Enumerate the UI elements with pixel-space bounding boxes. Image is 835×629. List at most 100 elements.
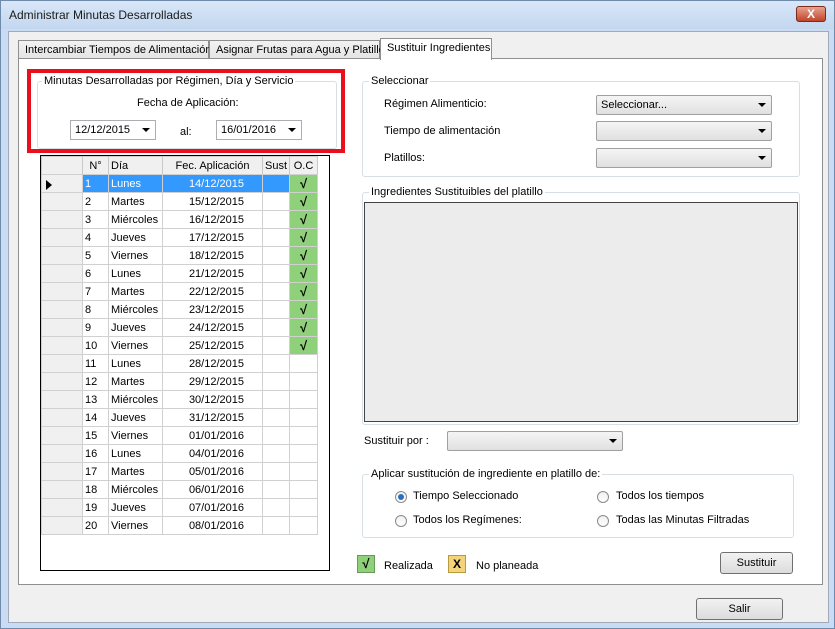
table-row[interactable]: 3 Miércoles 16/12/2015 √ [41, 210, 319, 229]
row-header[interactable] [41, 228, 83, 247]
cell-oc[interactable]: √ [289, 300, 319, 319]
cell-sust[interactable] [261, 498, 291, 517]
tab-sustituir-ingredientes[interactable]: Sustituir Ingredientes [380, 38, 492, 60]
cell-dia[interactable]: Lunes [108, 174, 163, 193]
cell-n[interactable]: 16 [82, 444, 109, 463]
cell-n[interactable]: 18 [82, 480, 109, 499]
table-row[interactable]: 4 Jueves 17/12/2015 √ [41, 228, 319, 247]
row-header[interactable] [41, 372, 83, 391]
cell-fecha[interactable]: 28/12/2015 [162, 354, 263, 373]
cell-fecha[interactable]: 31/12/2015 [162, 408, 263, 427]
row-header[interactable] [41, 318, 83, 337]
row-header[interactable] [41, 264, 83, 283]
row-header[interactable] [41, 282, 83, 301]
cell-n[interactable]: 6 [82, 264, 109, 283]
cell-dia[interactable]: Jueves [108, 228, 163, 247]
row-header[interactable] [41, 516, 83, 535]
cell-dia[interactable]: Jueves [108, 498, 163, 517]
cell-oc[interactable] [289, 516, 319, 535]
cell-sust[interactable] [261, 264, 291, 283]
radio-tiempo-seleccionado[interactable] [395, 491, 407, 503]
cell-fecha[interactable]: 06/01/2016 [162, 480, 263, 499]
cell-sust[interactable] [261, 372, 291, 391]
row-header[interactable] [41, 336, 83, 355]
radio-todos-tiempos[interactable] [597, 491, 609, 503]
cell-fecha[interactable]: 08/01/2016 [162, 516, 263, 535]
cell-fecha[interactable]: 17/12/2015 [162, 228, 263, 247]
cell-oc[interactable] [289, 444, 319, 463]
table-row[interactable]: 14 Jueves 31/12/2015 [41, 408, 319, 427]
cell-oc[interactable]: √ [289, 336, 319, 355]
row-header[interactable] [41, 390, 83, 409]
cell-oc[interactable]: √ [289, 282, 319, 301]
cell-dia[interactable]: Jueves [108, 318, 163, 337]
cell-n[interactable]: 4 [82, 228, 109, 247]
cell-sust[interactable] [261, 444, 291, 463]
cell-n[interactable]: 17 [82, 462, 109, 481]
cell-n[interactable]: 3 [82, 210, 109, 229]
row-header[interactable] [41, 192, 83, 211]
cell-n[interactable]: 12 [82, 372, 109, 391]
cell-sust[interactable] [261, 462, 291, 481]
table-row[interactable]: 5 Viernes 18/12/2015 √ [41, 246, 319, 265]
table-row[interactable]: 11 Lunes 28/12/2015 [41, 354, 319, 373]
cell-oc[interactable] [289, 354, 319, 373]
cell-dia[interactable]: Viernes [108, 336, 163, 355]
cell-fecha[interactable]: 21/12/2015 [162, 264, 263, 283]
cell-oc[interactable]: √ [289, 246, 319, 265]
cell-dia[interactable]: Viernes [108, 246, 163, 265]
table-row[interactable]: 13 Miércoles 30/12/2015 [41, 390, 319, 409]
cell-n[interactable]: 5 [82, 246, 109, 265]
cell-oc[interactable] [289, 372, 319, 391]
cell-oc[interactable] [289, 462, 319, 481]
cell-sust[interactable] [261, 408, 291, 427]
table-row[interactable]: 20 Viernes 08/01/2016 [41, 516, 319, 535]
cell-dia[interactable]: Viernes [108, 426, 163, 445]
cell-dia[interactable]: Martes [108, 192, 163, 211]
cell-dia[interactable]: Miércoles [108, 210, 163, 229]
cell-sust[interactable] [261, 228, 291, 247]
cell-fecha[interactable]: 16/12/2015 [162, 210, 263, 229]
cell-fecha[interactable]: 29/12/2015 [162, 372, 263, 391]
cell-fecha[interactable]: 01/01/2016 [162, 426, 263, 445]
cell-dia[interactable]: Miércoles [108, 480, 163, 499]
close-button[interactable]: X [796, 6, 826, 22]
salir-button[interactable]: Salir [696, 598, 783, 620]
cell-fecha[interactable]: 15/12/2015 [162, 192, 263, 211]
ingredientes-list[interactable] [364, 202, 798, 422]
cell-sust[interactable] [261, 174, 291, 193]
cell-sust[interactable] [261, 390, 291, 409]
cell-dia[interactable]: Viernes [108, 516, 163, 535]
cell-n[interactable]: 14 [82, 408, 109, 427]
cell-fecha[interactable]: 22/12/2015 [162, 282, 263, 301]
cell-dia[interactable]: Lunes [108, 444, 163, 463]
radio-todas-minutas[interactable] [597, 515, 609, 527]
cell-sust[interactable] [261, 300, 291, 319]
row-header[interactable] [41, 498, 83, 517]
cell-dia[interactable]: Miércoles [108, 390, 163, 409]
row-header[interactable] [41, 408, 83, 427]
cell-fecha[interactable]: 23/12/2015 [162, 300, 263, 319]
cell-sust[interactable] [261, 318, 291, 337]
cell-sust[interactable] [261, 516, 291, 535]
cell-n[interactable]: 13 [82, 390, 109, 409]
cell-fecha[interactable]: 04/01/2016 [162, 444, 263, 463]
row-header[interactable] [41, 354, 83, 373]
cell-dia[interactable]: Martes [108, 282, 163, 301]
cell-n[interactable]: 8 [82, 300, 109, 319]
column-header-dia[interactable]: Día [108, 156, 163, 175]
cell-fecha[interactable]: 05/01/2016 [162, 462, 263, 481]
cell-sust[interactable] [261, 282, 291, 301]
table-row[interactable]: 8 Miércoles 23/12/2015 √ [41, 300, 319, 319]
cell-dia[interactable]: Lunes [108, 264, 163, 283]
table-row[interactable]: 15 Viernes 01/01/2016 [41, 426, 319, 445]
cell-n[interactable]: 10 [82, 336, 109, 355]
cell-sust[interactable] [261, 192, 291, 211]
cell-oc[interactable] [289, 426, 319, 445]
cell-dia[interactable]: Martes [108, 462, 163, 481]
column-header-sust[interactable]: Sust [261, 156, 291, 175]
cell-fecha[interactable]: 30/12/2015 [162, 390, 263, 409]
row-header[interactable] [41, 246, 83, 265]
cell-oc[interactable]: √ [289, 264, 319, 283]
column-header-fecha[interactable]: Fec. Aplicación [162, 156, 263, 175]
